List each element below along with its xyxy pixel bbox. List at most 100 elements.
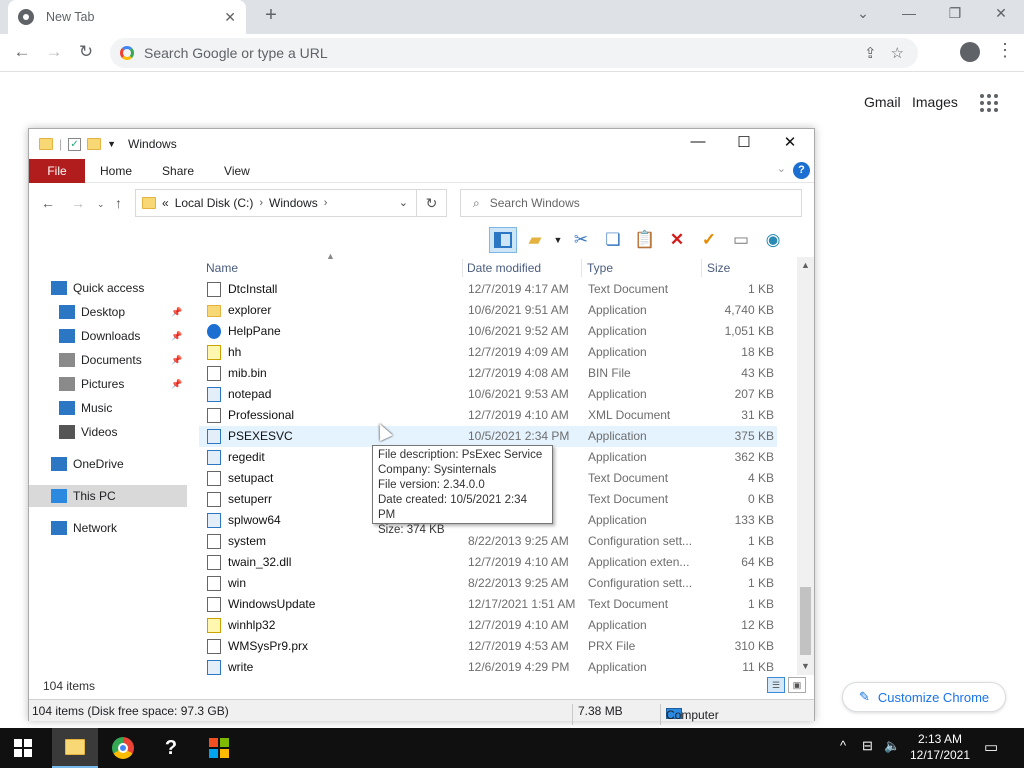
- explorer-maximize-icon[interactable]: ☐: [721, 133, 767, 151]
- forward-icon[interactable]: →: [43, 42, 65, 62]
- explorer-forward-icon[interactable]: →: [71, 195, 85, 211]
- rename-icon[interactable]: ▭: [727, 227, 755, 253]
- file-row[interactable]: Professional 12/7/2019 4:10 AM XML Documen…: [199, 405, 777, 426]
- scroll-down-icon[interactable]: ▼: [801, 661, 810, 671]
- file-row[interactable]: HelpPane 10/6/2021 9:52 AM Application 1,05…: [199, 321, 777, 342]
- address-overflow[interactable]: «: [162, 196, 169, 210]
- nav-item-quick-access[interactable]: Quick access: [29, 277, 187, 299]
- tab-new-tab[interactable]: New Tab ✕: [8, 0, 246, 34]
- restore-icon[interactable]: ❐: [943, 5, 967, 22]
- taskbar-get-help[interactable]: ?: [148, 728, 194, 768]
- nav-item-downloads[interactable]: Downloads 📌: [29, 325, 187, 347]
- column-date-modified[interactable]: Date modified: [467, 257, 541, 279]
- bookmark-star-icon[interactable]: ☆: [891, 44, 904, 62]
- cut-icon[interactable]: ✂: [567, 227, 595, 253]
- tab-view[interactable]: View: [209, 159, 265, 183]
- file-row[interactable]: WMSysPr9.prx 12/7/2019 4:53 AM PRX File 310…: [199, 636, 777, 657]
- explorer-back-icon[interactable]: ←: [41, 195, 55, 211]
- taskbar-chrome[interactable]: [100, 728, 146, 768]
- file-row[interactable]: mib.bin 12/7/2019 4:08 AM BIN File 43 KB: [199, 363, 777, 384]
- details-view-icon[interactable]: ☰: [767, 677, 785, 693]
- taskbar-file-explorer[interactable]: [52, 728, 98, 768]
- large-icons-view-icon[interactable]: ▣: [788, 677, 806, 693]
- layout-dropdown-icon[interactable]: ▼: [553, 227, 563, 253]
- chrome-menu-icon[interactable]: ⋮: [996, 40, 1014, 61]
- nav-item-this-pc[interactable]: This PC: [29, 485, 187, 507]
- show-hidden-icons-icon[interactable]: ^: [840, 738, 846, 753]
- file-row[interactable]: winhlp32 12/7/2019 4:10 AM Application 12 K…: [199, 615, 777, 636]
- close-window-icon[interactable]: ✕: [989, 5, 1013, 22]
- nav-item-videos[interactable]: Videos: [29, 421, 187, 443]
- recent-locations-icon[interactable]: ⌄: [97, 199, 105, 210]
- breadcrumb-local-disk[interactable]: Local Disk (C:): [175, 196, 254, 210]
- up-icon[interactable]: ↑: [115, 195, 122, 211]
- properties-icon[interactable]: ✓: [68, 137, 82, 151]
- tab-home[interactable]: Home: [85, 159, 147, 183]
- tab-file[interactable]: File: [29, 158, 85, 183]
- breadcrumb-chevron-icon[interactable]: ›: [324, 197, 328, 209]
- nav-item-pictures[interactable]: Pictures 📌: [29, 373, 187, 395]
- tab-share[interactable]: Share: [147, 159, 209, 183]
- file-row[interactable]: notepad 10/6/2021 9:53 AM Application 207 K…: [199, 384, 777, 405]
- share-icon[interactable]: ⇪: [864, 44, 877, 62]
- get-help-icon: ?: [164, 736, 178, 759]
- google-apps-icon[interactable]: [980, 94, 1000, 112]
- nav-item-music[interactable]: Music: [29, 397, 187, 419]
- taskbar-clock[interactable]: 2:13 AM 12/17/2021: [905, 731, 975, 763]
- taskbar-store[interactable]: [196, 728, 242, 768]
- search-windows-input[interactable]: ⌕ Search Windows: [460, 189, 802, 217]
- breadcrumb-windows[interactable]: Windows: [269, 196, 318, 210]
- file-row[interactable]: hh 12/7/2019 4:09 AM Application 18 KB: [199, 342, 777, 363]
- tooltip-line: Date created: 10/5/2021 2:34 PM: [378, 494, 527, 521]
- tab-close-icon[interactable]: ✕: [224, 9, 236, 26]
- file-row[interactable]: twain_32.dll 12/7/2019 4:10 AM Application…: [199, 552, 777, 573]
- ribbon-expand-icon[interactable]: ⌄: [777, 162, 786, 175]
- breadcrumb-chevron-icon[interactable]: ›: [259, 197, 263, 209]
- scroll-up-icon[interactable]: ▲: [801, 260, 810, 270]
- vertical-scrollbar[interactable]: ▲ ▼: [797, 257, 814, 675]
- globe-icon[interactable]: ◉: [759, 227, 787, 253]
- profile-avatar[interactable]: [960, 42, 980, 62]
- navigation-pane-icon[interactable]: [489, 227, 517, 253]
- tab-search-icon[interactable]: ⌄: [851, 5, 875, 22]
- explorer-minimize-icon[interactable]: —: [675, 133, 721, 150]
- customize-chrome-button[interactable]: ✎ Customize Chrome: [842, 682, 1006, 712]
- file-row[interactable]: win 8/22/2013 9:25 AM Configuration sett..…: [199, 573, 777, 594]
- nav-item-documents[interactable]: Documents 📌: [29, 349, 187, 371]
- copy-icon[interactable]: ❏: [599, 227, 627, 253]
- new-tab-button[interactable]: +: [260, 4, 282, 30]
- select-checkmark-icon[interactable]: ✓: [695, 227, 723, 253]
- address-dropdown-icon[interactable]: ⌄: [399, 196, 408, 209]
- windows-start-icon[interactable]: [14, 739, 32, 757]
- column-name[interactable]: Name: [206, 257, 238, 279]
- file-row[interactable]: PSEXESVC 10/5/2021 2:34 PM Application 375 …: [199, 426, 777, 447]
- qat-dropdown-icon[interactable]: ▼: [107, 139, 116, 149]
- new-folder-icon[interactable]: [87, 138, 102, 150]
- volume-muted-icon[interactable]: 🔈: [884, 738, 900, 754]
- network-tray-icon[interactable]: ⊟: [862, 738, 873, 754]
- omnibox[interactable]: Search Google or type a URL ⇪ ☆: [110, 38, 918, 68]
- gmail-link[interactable]: Gmail: [864, 94, 901, 110]
- file-row[interactable]: explorer 10/6/2021 9:51 AM Application 4,74…: [199, 300, 777, 321]
- nav-item-onedrive[interactable]: OneDrive: [29, 453, 187, 475]
- column-type[interactable]: Type: [587, 257, 613, 279]
- file-row[interactable]: DtcInstall 12/7/2019 4:17 AM Text Document…: [199, 279, 777, 300]
- nav-item-network[interactable]: Network: [29, 517, 187, 539]
- minimize-icon[interactable]: —: [897, 5, 921, 21]
- reload-icon[interactable]: ↻: [75, 42, 97, 62]
- help-icon[interactable]: ?: [793, 162, 810, 179]
- layout-folder-icon[interactable]: ▰: [521, 227, 549, 253]
- column-size[interactable]: Size: [707, 257, 730, 279]
- refresh-icon[interactable]: ↻: [417, 189, 447, 217]
- notification-icon[interactable]: ▭: [984, 738, 998, 756]
- scrollbar-thumb[interactable]: [800, 587, 811, 655]
- nav-item-desktop[interactable]: Desktop 📌: [29, 301, 187, 323]
- back-icon[interactable]: ←: [11, 42, 33, 62]
- delete-icon[interactable]: ✕: [663, 227, 691, 253]
- file-row[interactable]: write 12/6/2019 4:29 PM Application 11 KB: [199, 657, 777, 678]
- explorer-close-icon[interactable]: ✕: [767, 133, 813, 151]
- images-link[interactable]: Images: [912, 94, 958, 110]
- address-bar[interactable]: « Local Disk (C:) › Windows › ⌄: [135, 189, 417, 217]
- file-row[interactable]: WindowsUpdate 12/17/2021 1:51 AM Text Docu…: [199, 594, 777, 615]
- paste-icon[interactable]: 📋: [631, 227, 659, 253]
